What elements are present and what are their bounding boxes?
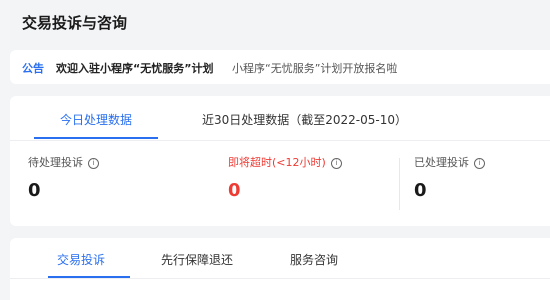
- metric-timeout-label: 即将超时(<12小时) i: [228, 154, 342, 170]
- metric-handled-label: 已处理投诉 i: [414, 154, 485, 170]
- metric-timeout-value: 0: [228, 180, 241, 201]
- active-tab-indicator: [34, 137, 158, 139]
- tab-bar-divider: [10, 278, 550, 279]
- metric-handled-value: 0: [414, 180, 427, 201]
- metric-pending-value: 0: [28, 180, 41, 201]
- metric-pending-text: 待处理投诉: [28, 156, 83, 169]
- notice-tag: 公告: [22, 62, 44, 75]
- info-icon[interactable]: i: [88, 158, 99, 169]
- notice-description[interactable]: 小程序“无忧服务”计划开放报名啦: [232, 60, 397, 76]
- metric-handled-text: 已处理投诉: [414, 156, 469, 169]
- tab-transaction-complaints[interactable]: 交易投诉: [57, 251, 105, 268]
- metric-divider: [399, 158, 400, 210]
- tab-today-data[interactable]: 今日处理数据: [60, 111, 132, 128]
- tab-advance-guarantee-refund[interactable]: 先行保障退还: [161, 251, 233, 268]
- metric-pending-label: 待处理投诉 i: [28, 154, 99, 170]
- tab-30-days-data[interactable]: 近30日处理数据（截至2022-05-10）: [202, 111, 407, 128]
- stats-card: 今日处理数据 近30日处理数据（截至2022-05-10） 待处理投诉 i 0 即…: [10, 96, 550, 226]
- notice-title[interactable]: 欢迎入驻小程序“无忧服务”计划: [56, 60, 213, 76]
- stats-tab-bar: 今日处理数据 近30日处理数据（截至2022-05-10）: [10, 96, 550, 141]
- info-icon[interactable]: i: [474, 158, 485, 169]
- metric-timeout-text: 即将超时(<12小时): [228, 156, 326, 169]
- page-title: 交易投诉与咨询: [22, 14, 128, 32]
- active-tab-indicator: [48, 276, 130, 278]
- info-icon[interactable]: i: [330, 158, 342, 169]
- notice-bar[interactable]: 公告 欢迎入驻小程序“无忧服务”计划 小程序“无忧服务”计划开放报名啦: [10, 50, 550, 84]
- tab-service-consultation[interactable]: 服务咨询: [290, 251, 338, 268]
- complaint-type-tabs: 交易投诉 先行保障退还 服务咨询: [10, 238, 550, 300]
